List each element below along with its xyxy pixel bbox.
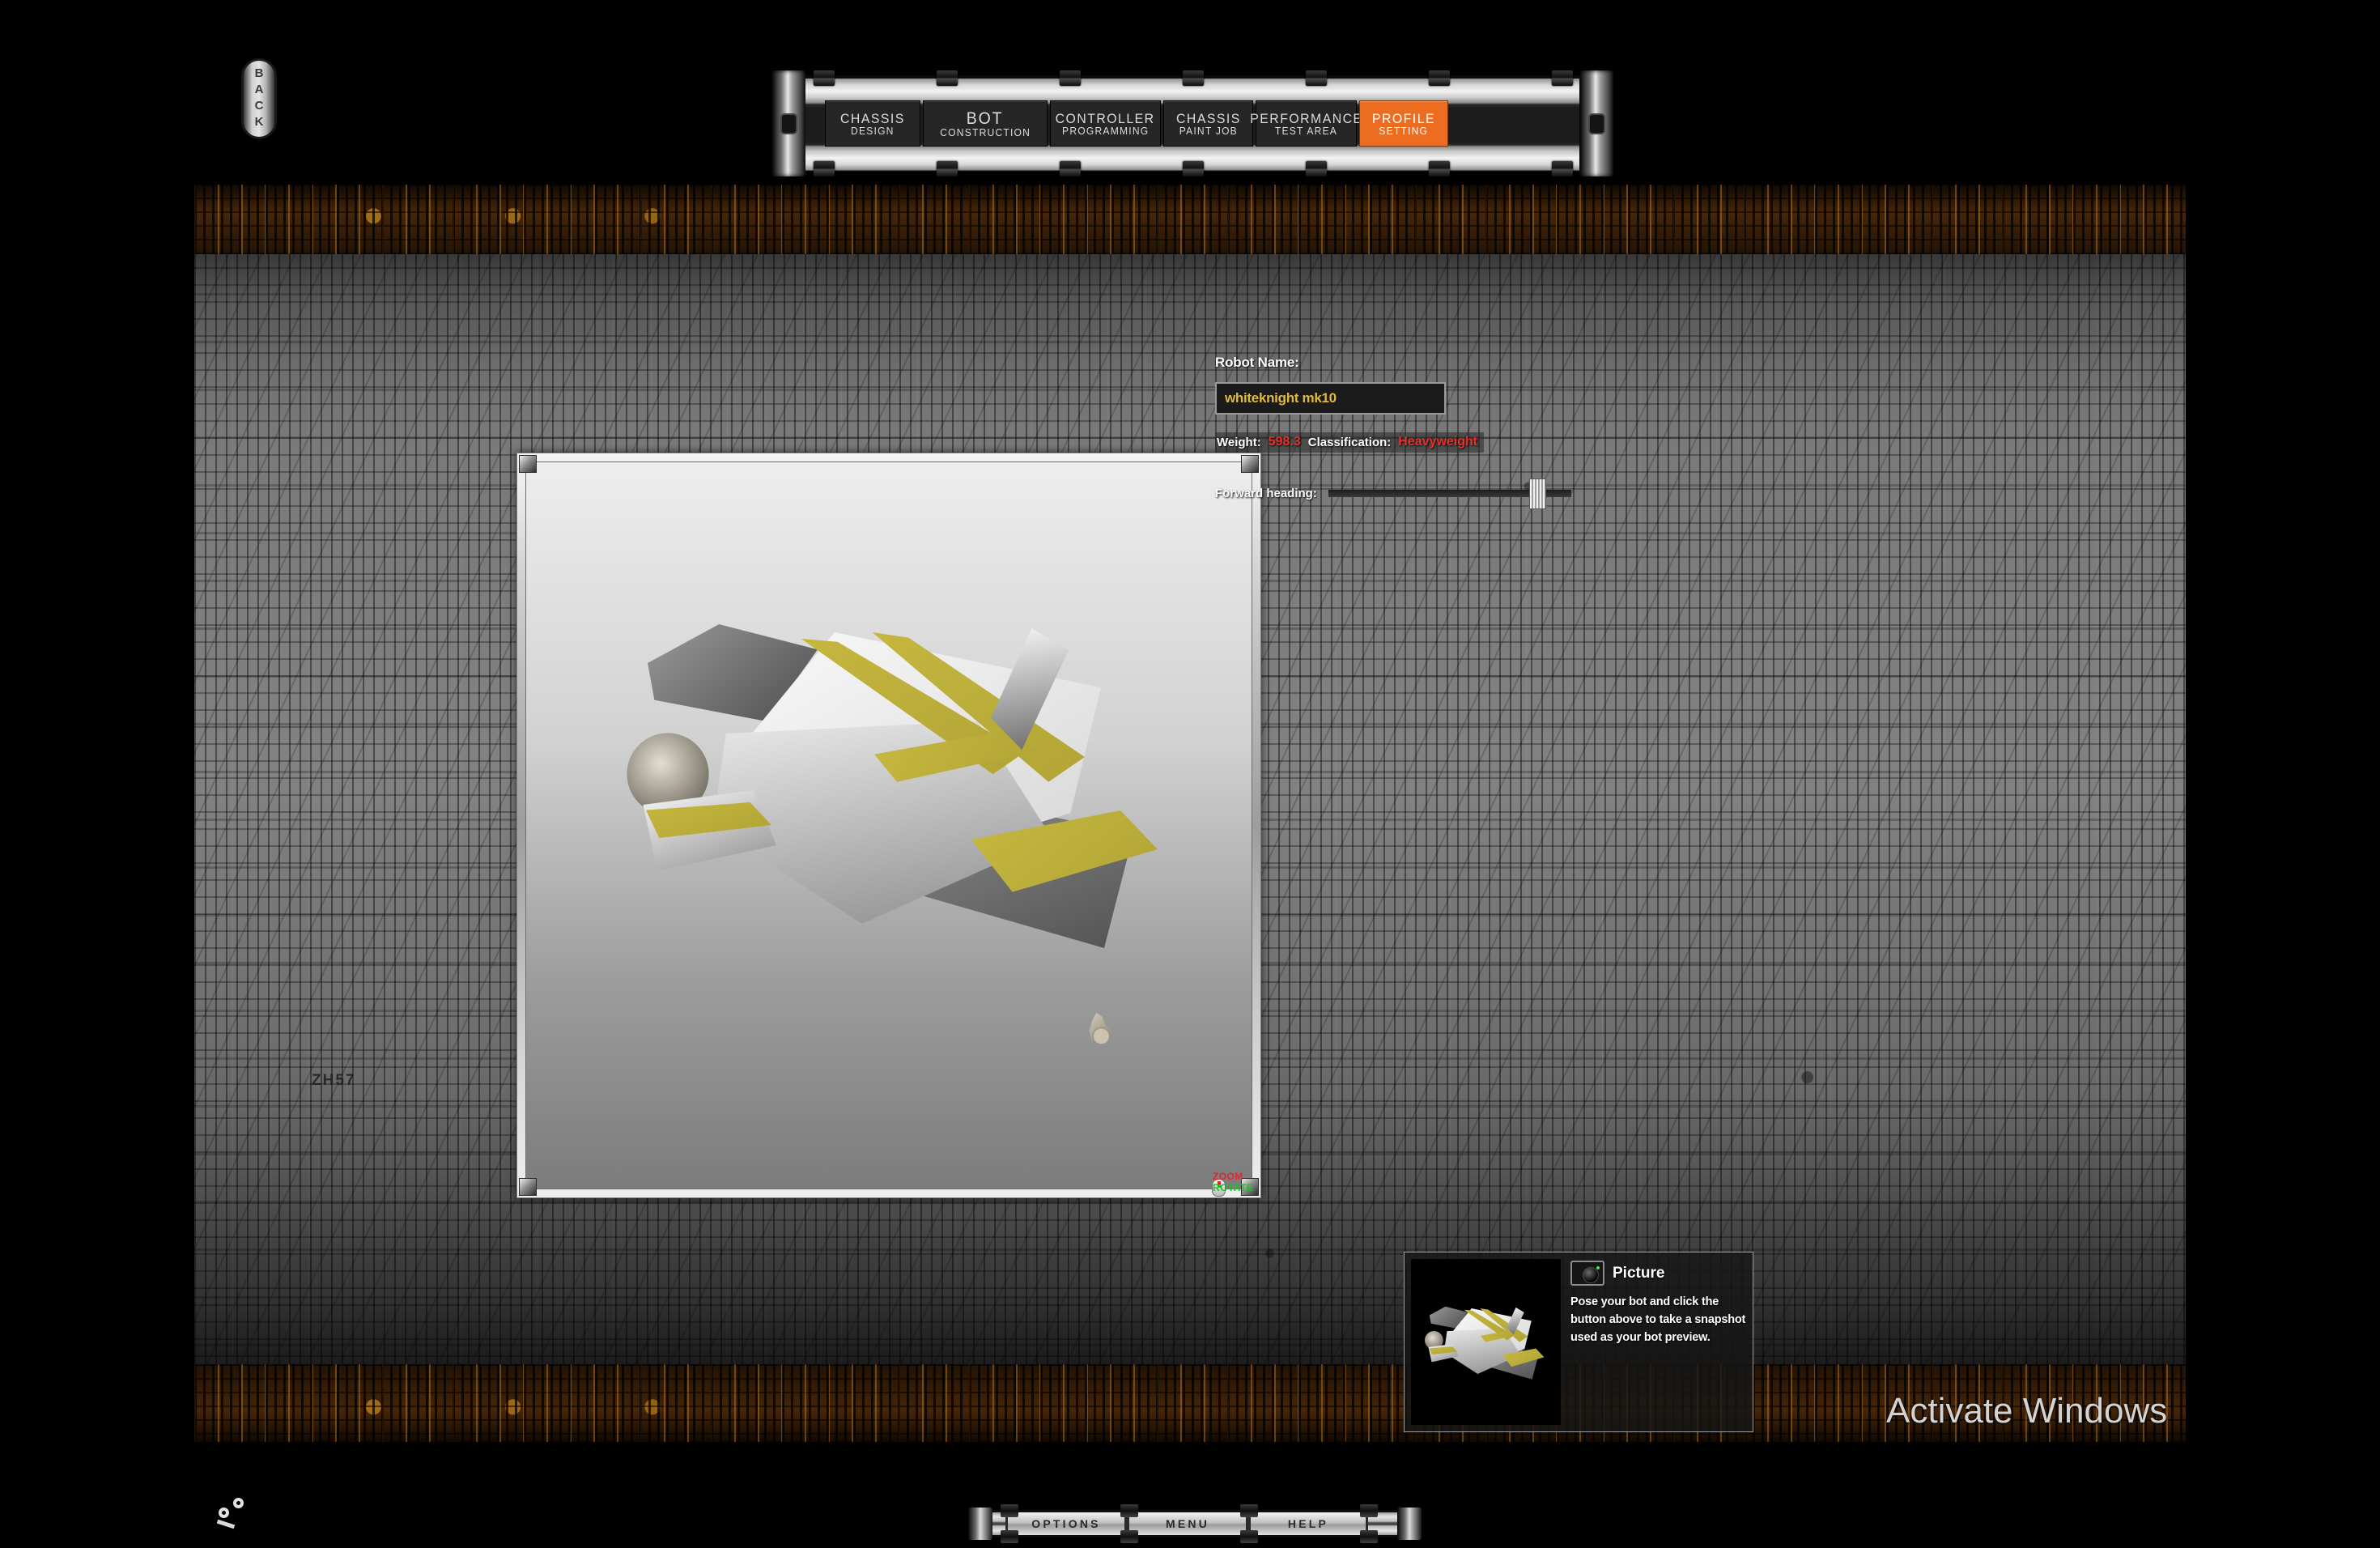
picture-panel-description: Pose your bot and click the button above… <box>1570 1295 1746 1345</box>
robot-3d-model <box>623 600 1158 956</box>
nav-tab-line2: SETTING <box>1379 125 1429 138</box>
nav-bolt <box>1306 70 1327 86</box>
back-button[interactable]: BACK <box>241 58 277 139</box>
detached-part-icon <box>1089 1013 1112 1045</box>
nav-bolt <box>1306 161 1327 176</box>
nav-tab-chassis[interactable]: CHASSIS DESIGN <box>825 100 920 147</box>
nav-tab-line1: PERFORMANCE <box>1249 110 1363 126</box>
bottom-menu-bolt <box>1360 1504 1378 1517</box>
nav-tab-line2: TEST AREA <box>1274 125 1338 138</box>
bottom-menu-cap-left <box>968 1508 992 1540</box>
robot-stats-row: Weight: 598.3 Classification: Heavyweigh… <box>1215 432 1485 453</box>
nav-tab-line2: PROGRAMMING <box>1061 125 1150 138</box>
bottom-menu-bar: OPTIONS MENU HELP <box>968 1504 1422 1543</box>
nav-bolt <box>1429 161 1450 176</box>
picture-panel-header: Picture <box>1570 1261 1746 1286</box>
main-content-panel: ZH57 ZOOM ROTATE Robot Name: whiteknight… <box>194 185 2186 1442</box>
nav-bolt <box>1429 70 1450 86</box>
nav-tab-chassis[interactable]: CHASSIS PAINT JOB <box>1163 100 1253 147</box>
marker-dot <box>219 1508 229 1518</box>
nav-tab-performance[interactable]: PERFORMANCE TEST AREA <box>1250 100 1362 147</box>
activate-windows-subtitle: Go to Settings to activate Windows. <box>1886 1439 2186 1442</box>
viewport-canvas[interactable] <box>525 461 1252 1189</box>
nav-tab-line1: CHASSIS <box>840 110 905 126</box>
bottom-menu-cap-right <box>1397 1508 1422 1540</box>
bottom-menu-bolt <box>1120 1504 1138 1517</box>
robot-3d-viewport[interactable]: ZOOM ROTATE <box>516 453 1261 1198</box>
bottom-menu-bolt <box>1240 1530 1258 1543</box>
forward-heading-label: Forward heading: <box>1215 487 1317 500</box>
nav-tab-line2: DESIGN <box>851 125 895 138</box>
bottom-menu-items: OPTIONS MENU HELP <box>1005 1512 1368 1535</box>
robot-name-label: Robot Name: <box>1215 355 1299 370</box>
forward-heading-row: Forward heading: <box>1215 478 1668 509</box>
nav-bolt <box>814 161 835 176</box>
nav-tabs: CHASSIS DESIGN BOT CONSTRUCTION CONTROLLER PR… <box>825 100 1451 147</box>
nav-bolt <box>1183 161 1204 176</box>
marker-dot <box>233 1498 244 1508</box>
nav-tab-profile[interactable]: PROFILE SETTING <box>1359 100 1448 147</box>
nav-tab-line1: CONTROLLER <box>1056 110 1155 126</box>
nav-bolt <box>1183 70 1204 86</box>
nav-cap-left <box>771 70 805 176</box>
activate-windows-watermark: Activate Windows Go to Settings to activ… <box>1886 1391 2186 1442</box>
viewport-control-hint: ZOOM ROTATE <box>1213 1171 1253 1193</box>
marker-tick <box>216 1519 236 1529</box>
robot-name-value: whiteknight mk10 <box>1225 390 1337 406</box>
bottom-menu-item-help[interactable]: HELP <box>1248 1512 1368 1535</box>
nav-bolt <box>937 70 958 86</box>
bottom-menu-item-menu[interactable]: MENU <box>1127 1512 1248 1535</box>
bottom-menu-bolt <box>1001 1530 1018 1543</box>
forward-heading-slider[interactable] <box>1328 478 1571 509</box>
nav-bolt <box>814 70 835 86</box>
weight-label: Weight: <box>1217 435 1261 449</box>
zoom-hint-label: ZOOM <box>1213 1171 1243 1182</box>
nav-bolt <box>1060 161 1081 176</box>
picture-panel-title: Picture <box>1613 1264 1665 1282</box>
rotate-hint-label: ROTATE <box>1213 1182 1253 1193</box>
bottom-menu-bolt <box>1120 1530 1138 1543</box>
nav-tab-bot[interactable]: BOT CONSTRUCTION <box>923 100 1048 147</box>
nav-bolt <box>1060 70 1081 86</box>
viewport-corner-bolt-bl <box>519 1178 537 1196</box>
robot-name-input[interactable]: whiteknight mk10 <box>1215 382 1446 415</box>
nav-tab-line1: PROFILE <box>1371 110 1436 126</box>
nav-tab-line1: BOT <box>967 108 1004 128</box>
nav-tab-line2: CONSTRUCTION <box>940 126 1031 139</box>
camera-icon[interactable] <box>1570 1261 1604 1286</box>
bottom-menu-bolt <box>1001 1504 1018 1517</box>
activate-windows-title: Activate Windows <box>1886 1391 2168 1431</box>
bottom-menu-bolt <box>1240 1504 1258 1517</box>
classification-label: Classification: <box>1307 435 1392 449</box>
back-button-label: BACK <box>252 66 266 131</box>
bottom-menu-item-options[interactable]: OPTIONS <box>1005 1512 1127 1535</box>
corner-marker-dots <box>216 1483 266 1530</box>
profile-settings-form: Robot Name: whiteknight mk10 Weight: 598… <box>1215 355 1668 509</box>
nav-bolt <box>1552 70 1573 86</box>
amber-circuit-strip-top <box>194 185 2186 254</box>
forward-heading-slider-handle[interactable] <box>1528 478 1546 509</box>
picture-panel-body: Picture Pose your bot and click the butt… <box>1570 1259 1746 1425</box>
nav-cap-right <box>1579 70 1613 176</box>
weight-value: 598.3 <box>1268 435 1301 449</box>
nav-bolt <box>937 161 958 176</box>
nav-tab-controller[interactable]: CONTROLLER PROGRAMMING <box>1050 100 1161 147</box>
bot-preview-thumbnail <box>1411 1259 1561 1425</box>
nav-bolt <box>1552 161 1573 176</box>
picture-panel: Picture Pose your bot and click the butt… <box>1404 1252 1753 1432</box>
nav-tab-line1: CHASSIS <box>1175 110 1241 126</box>
bot-preview-image <box>1424 1301 1545 1383</box>
bottom-menu-bolt <box>1360 1530 1378 1543</box>
viewport-corner-bolt-tl <box>519 455 537 473</box>
classification-value: Heavyweight <box>1398 435 1478 449</box>
background-code-label: ZH57 <box>312 1072 356 1089</box>
nav-tab-line2: PAINT JOB <box>1179 125 1238 138</box>
viewport-corner-bolt-tr <box>1241 455 1259 473</box>
top-navigation-bar: CHASSIS DESIGN BOT CONSTRUCTION CONTROLLER PR… <box>771 69 1613 178</box>
app-root: BACK CHASSIS DESIGN BOT CONSTRUCTION CONTROL… <box>0 0 2380 1548</box>
